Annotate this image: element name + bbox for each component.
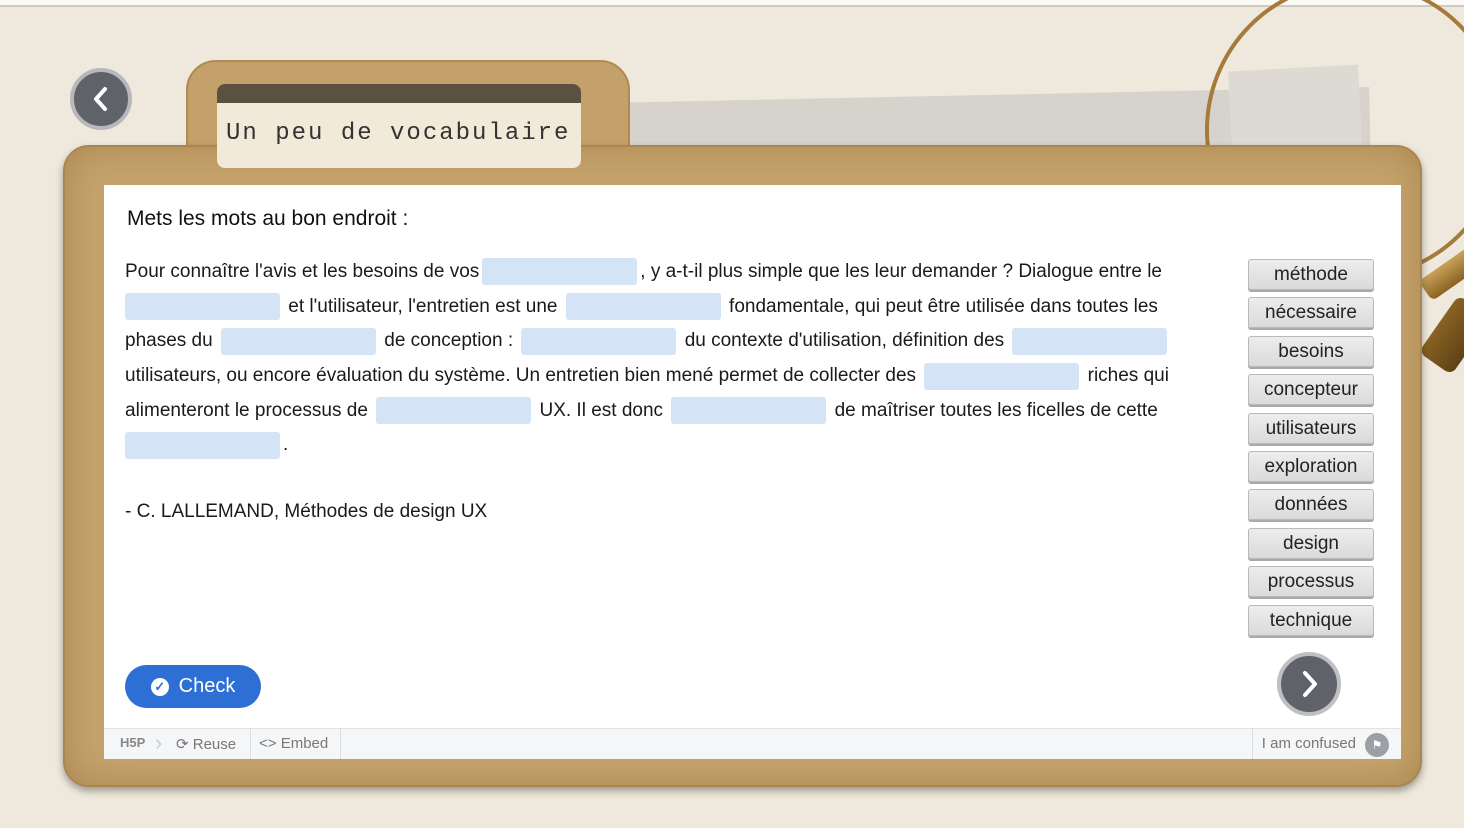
h5p-logo[interactable]: H5P [120,735,145,750]
draggable-word[interactable]: besoins [1248,335,1374,367]
text-segment: phases du [125,330,213,352]
drop-zone[interactable] [220,327,376,355]
divider [250,729,251,759]
text-line: Pour connaître l'avis et les besoins de … [125,255,1215,290]
drop-zone[interactable] [671,397,827,425]
check-button-label: Check [178,675,236,697]
draggable-word[interactable]: méthode [1248,259,1374,290]
draggable-word[interactable]: nécessaire [1248,297,1374,329]
drop-zone[interactable] [125,431,280,459]
exercise-panel: Mets les mots au bon endroit : Pour conn… [104,185,1401,759]
drop-zone[interactable] [1012,327,1168,355]
magnifier-handle-decoration [1418,294,1464,376]
reuse-label: Reuse [192,736,237,753]
draggable-word[interactable]: processus [1248,566,1374,598]
next-button[interactable] [1277,652,1341,716]
text-line: et l'utilisateur, l'entretien est une fo… [125,290,1215,325]
fill-in-text: Pour connaître l'avis et les besoins de … [125,255,1215,463]
drop-zone[interactable] [376,397,532,425]
reuse-button[interactable]: ⟳ Reuse [176,735,236,753]
text-line: phases du de conception : du contexte d'… [125,324,1215,359]
text-segment: du contexte d'utilisation, définition de… [684,330,1005,352]
title-card: Un peu de vocabulaire [217,84,581,168]
back-button[interactable] [70,68,132,130]
text-segment: UX. Il est donc [539,399,664,421]
chevron-left-icon [94,87,107,111]
browser-top-edge [0,0,1464,7]
text-segment: . [283,434,289,456]
question-text: Mets les mots au bon endroit : [127,207,409,230]
flag-icon[interactable]: ⚑ [1365,733,1389,757]
drop-zone[interactable] [125,293,280,321]
drop-zone[interactable] [482,258,638,286]
text-segment: de conception : [384,330,514,352]
draggable-word[interactable]: exploration [1248,450,1374,482]
code-icon: <> [259,735,281,752]
embed-label: Embed [280,735,329,752]
confused-link[interactable]: I am confused [1262,735,1356,752]
text-segment: alimenteront le processus de [125,399,368,421]
word-bank: méthode nécessaire besoins concepteur ut… [1248,259,1374,643]
embed-button[interactable]: <> Embed [259,735,328,752]
text-segment: utilisateurs, ou encore évaluation du sy… [125,365,917,387]
draggable-word[interactable]: technique [1248,604,1374,636]
citation: - C. LALLEMAND, Méthodes de design UX [125,501,488,522]
text-segment: de maîtriser toutes les ficelles de cett… [834,399,1158,421]
refresh-icon: ⟳ [176,736,193,753]
text-line: utilisateurs, ou encore évaluation du sy… [125,359,1215,394]
text-segment: Pour connaître l'avis et les besoins de … [125,261,480,282]
h5p-footer: H5P › ⟳ Reuse <> Embed I am confused ⚑ [104,728,1401,759]
chevron-right-icon [1303,671,1317,697]
check-button[interactable]: ✓ Check [125,665,261,708]
text-segment: fondamentale, qui peut être utilisée dan… [729,295,1158,317]
text-line: . [125,428,1215,463]
drop-zone[interactable] [924,362,1080,390]
draggable-word[interactable]: concepteur [1248,374,1374,406]
draggable-word[interactable]: design [1248,527,1374,559]
title-card-bar [217,84,581,103]
check-circle-icon: ✓ [150,677,169,696]
drop-zone[interactable] [521,327,677,355]
text-line: alimenteront le processus de UX. Il est … [125,394,1215,429]
divider [1252,729,1253,759]
chevron-right-icon: › [155,730,163,755]
drop-zone[interactable] [565,293,721,321]
text-segment: riches qui [1087,365,1169,387]
text-segment: et l'utilisateur, l'entretien est une [288,295,558,317]
divider [340,729,341,759]
draggable-word[interactable]: données [1248,489,1374,521]
page-title: Un peu de vocabulaire [226,120,571,147]
text-segment: , y a-t-il plus simple que les leur dema… [640,261,1162,282]
draggable-word[interactable]: utilisateurs [1248,412,1374,444]
